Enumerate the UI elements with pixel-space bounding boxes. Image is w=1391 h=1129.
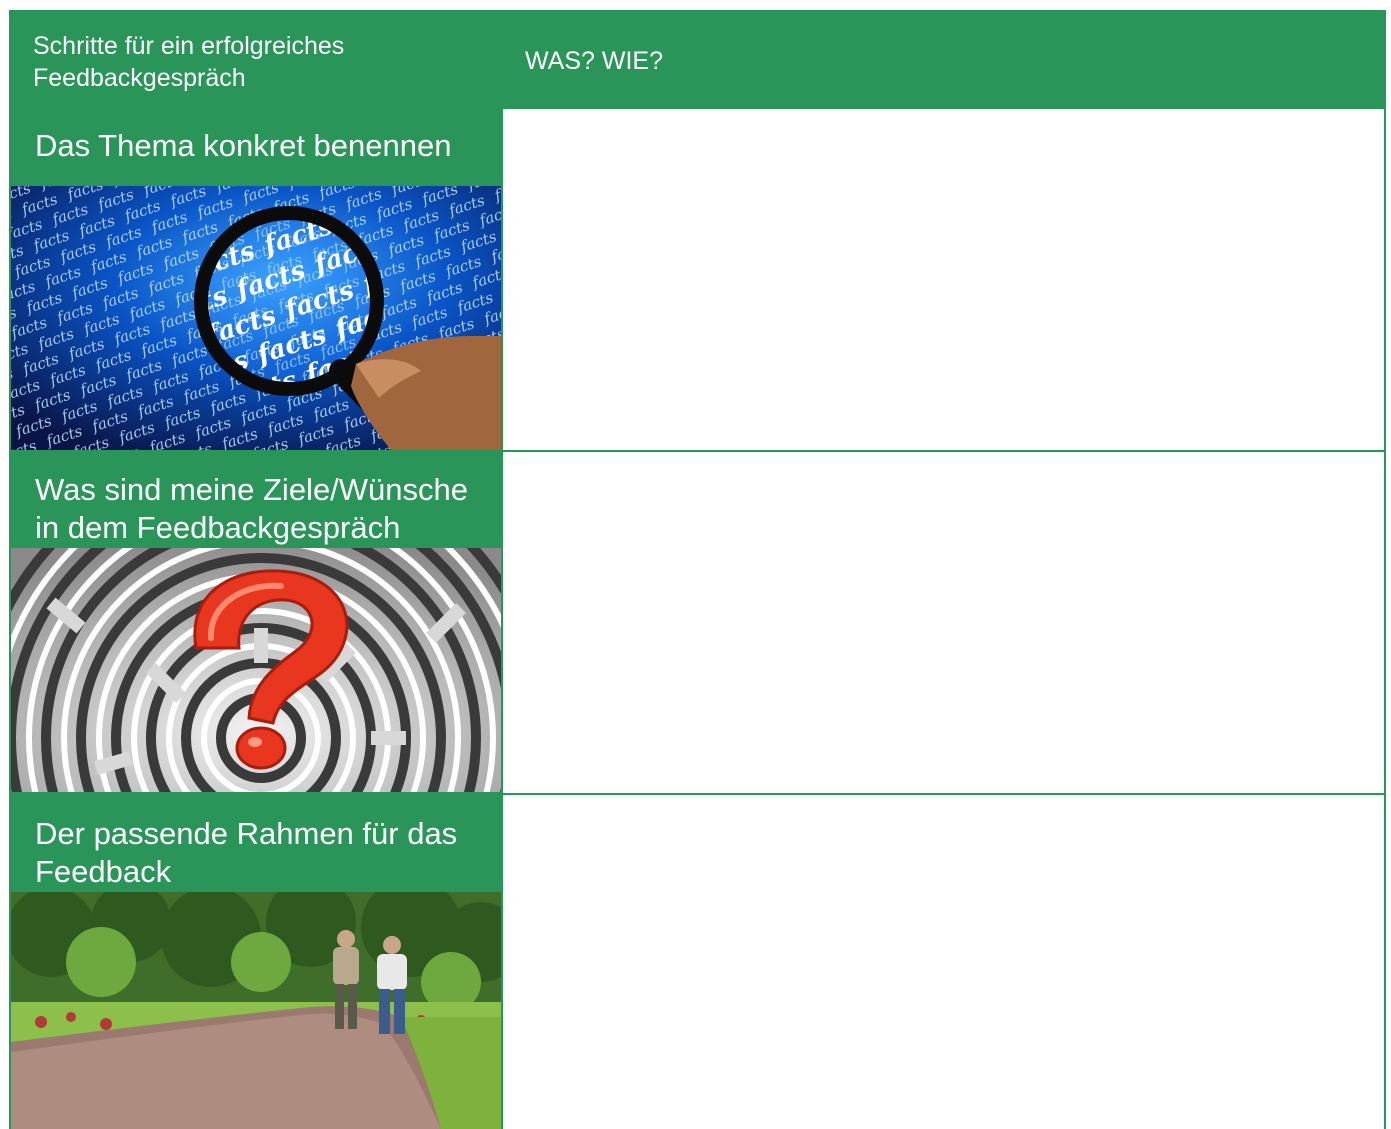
facts-magnifier-image: facts facts facts facts facts facts facts facts… bbox=[11, 186, 501, 450]
answer-cell-3[interactable] bbox=[503, 795, 1384, 1129]
park-path-walkers-image bbox=[11, 892, 501, 1129]
step-3-title: Der passende Rahmen für das Feedback bbox=[35, 816, 458, 889]
row-divider-1 bbox=[503, 450, 1386, 452]
table-header: Schritte für ein erfolgreiches Feedbackg… bbox=[9, 10, 1386, 109]
answer-cell-1[interactable] bbox=[503, 109, 1384, 450]
header-steps-label: Schritte für ein erfolgreiches Feedbackg… bbox=[33, 32, 345, 92]
header-what-how-label: WAS? WIE? bbox=[525, 47, 663, 75]
step-1-title: Das Thema konkret benennen bbox=[35, 128, 452, 163]
step-2-title: Was sind meine Ziele/Wünsche in dem Feed… bbox=[35, 472, 469, 545]
feedback-worksheet: Schritte für ein erfolgreiches Feedbackg… bbox=[9, 10, 1386, 1129]
answer-cell-2[interactable] bbox=[503, 452, 1384, 793]
what-how-column bbox=[503, 109, 1386, 1129]
row-divider-2 bbox=[503, 793, 1386, 795]
steps-column: Das Thema konkret benennen facts facts fac… bbox=[9, 109, 503, 1129]
labyrinth-question-mark-image bbox=[11, 548, 501, 792]
